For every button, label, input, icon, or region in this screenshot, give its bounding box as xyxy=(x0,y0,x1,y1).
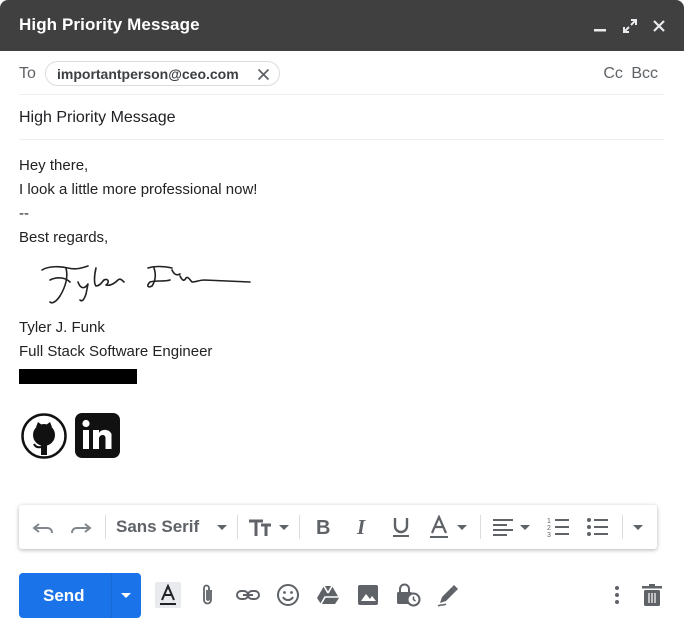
toolbar-divider xyxy=(105,515,106,539)
handwritten-signature xyxy=(41,265,251,304)
signature-name: Tyler J. Funk xyxy=(19,319,105,336)
body-line: Best regards, xyxy=(19,229,109,246)
svg-text:3: 3 xyxy=(547,532,551,539)
svg-text:I: I xyxy=(356,515,366,539)
numbered-list-icon[interactable]: 123 xyxy=(547,515,571,539)
italic-icon[interactable]: I xyxy=(350,515,374,539)
redacted-bar xyxy=(19,369,137,384)
github-icon[interactable] xyxy=(21,413,67,459)
send-label: Send xyxy=(43,586,85,605)
signature-title: Full Stack Software Engineer xyxy=(19,343,213,360)
compose-header: High Priority Message xyxy=(0,0,684,51)
close-icon[interactable] xyxy=(649,16,669,36)
linkedin-icon[interactable] xyxy=(75,413,120,458)
compose-title: High Priority Message xyxy=(19,15,200,34)
svg-text:B: B xyxy=(316,517,330,539)
send-button[interactable]: Send xyxy=(19,573,141,618)
discard-draft-icon[interactable] xyxy=(639,582,665,608)
undo-icon[interactable] xyxy=(31,515,55,539)
toolbar-divider xyxy=(299,515,300,539)
more-options-icon[interactable] xyxy=(604,582,630,608)
remove-recipient-icon[interactable] xyxy=(257,68,270,81)
subject-text: High Priority Message xyxy=(19,109,176,126)
attach-file-icon[interactable] xyxy=(195,582,221,608)
google-drive-icon[interactable] xyxy=(315,582,341,608)
subject-field[interactable]: High Priority Message xyxy=(19,95,664,140)
recipient-chip[interactable]: importantperson@ceo.com xyxy=(45,61,280,86)
confidential-mode-icon[interactable] xyxy=(395,582,421,608)
svg-text:1: 1 xyxy=(547,518,551,525)
bulleted-list-icon[interactable] xyxy=(586,515,610,539)
to-row[interactable]: To importantperson@ceo.com Cc Bcc xyxy=(19,57,664,95)
to-label: To xyxy=(19,65,36,82)
body-line: -- xyxy=(19,205,29,222)
insert-photo-icon[interactable] xyxy=(355,582,381,608)
toolbar-divider xyxy=(480,515,481,539)
align-icon[interactable] xyxy=(491,515,533,539)
formatting-toolbar: Sans Serif B I 123 xyxy=(19,505,657,549)
underline-icon[interactable] xyxy=(389,515,413,539)
expand-icon[interactable] xyxy=(620,16,640,36)
svg-text:2: 2 xyxy=(547,525,551,532)
recipient-address: importantperson@ceo.com xyxy=(57,66,239,82)
toolbar-divider xyxy=(622,515,623,539)
insert-emoji-icon[interactable] xyxy=(275,582,301,608)
more-formatting-icon[interactable] xyxy=(631,515,645,539)
body-line: I look a little more professional now! xyxy=(19,181,258,198)
minimize-icon[interactable] xyxy=(590,16,610,36)
font-dropdown-arrow-icon[interactable] xyxy=(215,515,229,539)
text-color-icon[interactable] xyxy=(428,515,470,539)
toolbar-divider xyxy=(237,515,238,539)
send-divider xyxy=(111,573,112,618)
redo-icon[interactable] xyxy=(69,515,93,539)
insert-signature-icon[interactable] xyxy=(435,582,461,608)
font-size-icon[interactable] xyxy=(247,515,291,539)
insert-link-icon[interactable] xyxy=(235,582,261,608)
font-family-select[interactable]: Sans Serif xyxy=(116,517,199,537)
send-options-icon[interactable] xyxy=(119,589,133,603)
bold-icon[interactable]: B xyxy=(311,515,335,539)
cc-bcc-link[interactable]: Cc Bcc xyxy=(603,65,658,83)
formatting-options-icon[interactable] xyxy=(155,582,181,608)
body-line: Hey there, xyxy=(19,157,89,174)
